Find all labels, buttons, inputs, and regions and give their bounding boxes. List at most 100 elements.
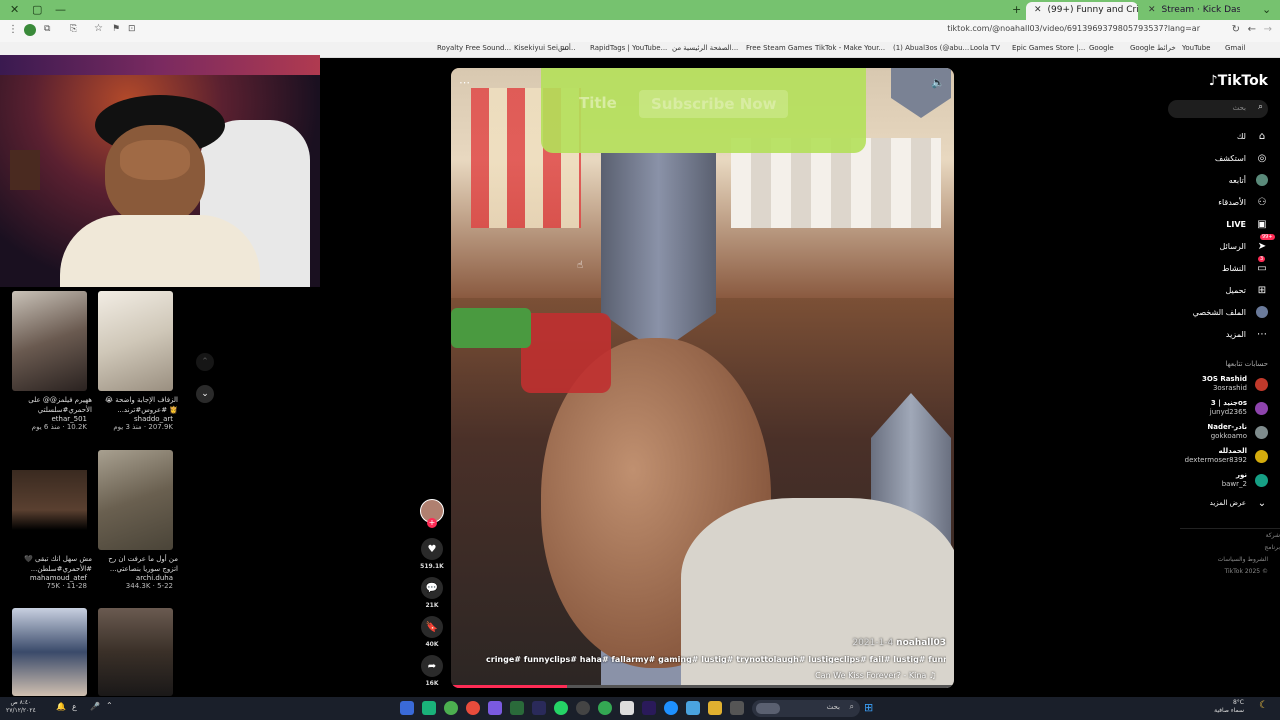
heart-icon[interactable]: ♥ <box>421 538 443 560</box>
video-thumbnail[interactable] <box>12 450 87 550</box>
bookmark-item[interactable]: Google خرائط <box>1130 44 1176 52</box>
footer-link[interactable]: الشروط والسياسات <box>1218 554 1268 566</box>
nav-item-following[interactable]: أتابعه <box>1229 174 1268 186</box>
more-options-icon[interactable]: ⋯ <box>459 76 470 89</box>
nav-item-more[interactable]: المزيد ⋯ <box>1226 328 1268 340</box>
nav-item-friends[interactable]: الأصدقاء ⚇ <box>1218 196 1268 208</box>
app-icon-browser[interactable] <box>466 701 480 715</box>
video-caption[interactable]: ههيرم فيلمز@@ على الأحمري#سلسلتي <box>12 395 92 415</box>
video-thumbnail[interactable] <box>98 608 173 696</box>
share-arrow-icon[interactable]: ➦ <box>421 655 443 677</box>
taskbar-search[interactable]: بحث ⌕ <box>752 700 860 717</box>
video-thumbnail[interactable] <box>12 608 87 696</box>
creator-avatar-button[interactable]: + <box>420 499 444 528</box>
app-icon-explorer[interactable] <box>708 701 722 715</box>
close-tab-icon[interactable]: ✕ <box>1148 5 1156 15</box>
followed-account[interactable]: جنيد | 3os junyd2365 <box>1210 399 1268 417</box>
nav-item-activity[interactable]: النشاط ▭ 3 <box>1222 256 1268 274</box>
like-button[interactable]: ♥ 519.1K <box>420 538 444 570</box>
save-button[interactable]: 🔖 40K <box>420 616 444 648</box>
volume-icon[interactable]: 🔈 <box>931 76 945 89</box>
close-window-icon[interactable]: ✕ <box>10 3 19 16</box>
profile-avatar-icon[interactable] <box>24 24 36 36</box>
app-icon-excel[interactable] <box>510 701 524 715</box>
menu-dots-icon[interactable]: ⋮ <box>8 24 18 35</box>
video-thumbnail[interactable] <box>98 291 173 391</box>
nav-item-messages[interactable]: الرسائل ➤ 99+ <box>1220 234 1275 252</box>
footer-link[interactable]: شركة <box>1218 530 1280 542</box>
windows-start-icon[interactable]: ⊞ <box>864 701 873 714</box>
maximize-window-icon[interactable]: ▢ <box>32 3 42 16</box>
bookmark-item[interactable]: الصفحة الرئيسية من... <box>672 44 738 52</box>
bookmark-item[interactable]: (1) Abual3os (@abu... <box>893 44 969 52</box>
grid-item[interactable] <box>98 608 173 696</box>
bookmark-item[interactable]: TikTok - Make Your... <box>815 44 885 52</box>
video-author[interactable]: shaddo_art <box>98 415 173 423</box>
app-icon-chrome[interactable] <box>444 701 458 715</box>
app-icon-messenger[interactable] <box>554 701 568 715</box>
app-icon-steam[interactable] <box>576 701 590 715</box>
nav-item-for-you[interactable]: لك ⌂ <box>1237 130 1268 142</box>
new-tab-icon[interactable]: + <box>1012 3 1021 16</box>
reload-icon[interactable]: ↻ <box>1232 24 1240 35</box>
bookmark-item[interactable]: Free Steam Games <box>746 44 812 52</box>
app-icon-discord[interactable] <box>488 701 502 715</box>
bookmark-item[interactable]: Royalty Free Sound... <box>437 44 511 52</box>
extensions-icon[interactable]: ⧉ <box>44 24 50 34</box>
nav-item-live[interactable]: LIVE ▣ <box>1226 218 1268 230</box>
bookmark-item[interactable]: Epic Games Store |... <box>1012 44 1085 52</box>
see-more-button[interactable]: عرض المزيد ⌄ <box>1210 497 1268 509</box>
url-text[interactable]: tiktok.com/@noahall03/video/691396937980… <box>947 24 1200 33</box>
bookmark-item[interactable]: Google <box>1089 44 1114 52</box>
comment-button[interactable]: 💬 21K <box>420 577 444 609</box>
app-icon-premiere[interactable] <box>642 701 656 715</box>
tab-search-icon[interactable]: ⌄ <box>1262 3 1271 16</box>
microphone-icon[interactable]: 🎤 <box>90 702 100 711</box>
share-icon[interactable]: ⎘ <box>70 24 77 34</box>
app-icon-whatsapp[interactable] <box>422 701 436 715</box>
app-icon-notepad[interactable] <box>620 701 634 715</box>
app-icon-obs[interactable] <box>532 701 546 715</box>
app-icon-store[interactable] <box>686 701 700 715</box>
followed-account[interactable]: Nader-نادر gokkoamo <box>1207 423 1268 441</box>
video-thumbnail[interactable] <box>12 291 87 391</box>
tiktok-logo[interactable]: ♪TikTok <box>1209 73 1268 89</box>
tab-kick[interactable]: ✕ Stream · Kick Dashboard <box>1140 2 1240 20</box>
grid-item[interactable] <box>12 608 87 696</box>
share-button[interactable]: ➦ 16K <box>420 655 444 687</box>
bookmark-item[interactable]: Loola TV <box>970 44 1000 52</box>
comment-icon[interactable]: 💬 <box>421 577 443 599</box>
weather-widget[interactable]: 8°C سماء صافية <box>1214 699 1244 715</box>
tray-chevron-icon[interactable]: ⌃ <box>106 701 113 710</box>
app-icon-chrome-2[interactable] <box>598 701 612 715</box>
back-icon[interactable]: ← <box>1248 24 1256 35</box>
tab-tiktok[interactable]: ✕ (99+) Funny and Cringe: The Ul <box>1026 2 1138 20</box>
app-icon-zoom[interactable] <box>400 701 414 715</box>
grid-item[interactable]: ههيرم فيلمز@@ على الأحمري#سلسلتي ethar_5… <box>12 291 92 431</box>
search-input[interactable]: بحث ⌕ <box>1168 100 1268 118</box>
video-author[interactable]: ethar_501 <box>12 415 87 423</box>
nav-item-profile[interactable]: الملف الشخصي <box>1193 306 1268 318</box>
video-caption[interactable]: من أول ما عرفت ان رح اتزوج سوريا بنصاعتي… <box>98 554 178 574</box>
notification-icon[interactable]: 🔔 <box>56 702 66 711</box>
bookmark-item[interactable]: RapidTags | YouTube... <box>590 44 667 52</box>
video-progress-track[interactable] <box>451 685 954 688</box>
bookmark-item[interactable]: YouTube <box>1182 44 1210 52</box>
follow-plus-icon[interactable]: + <box>427 518 437 528</box>
video-player[interactable]: Title Subscribe Now ⋯ 🔈 2021-1-4 noahall… <box>451 68 954 688</box>
bookmark-item[interactable]: أنس <box>558 44 571 52</box>
search-icon[interactable]: ⌕ <box>1258 102 1263 112</box>
bookmark-star-icon[interactable]: ☆ <box>94 23 103 34</box>
video-author-link[interactable]: noahall03 <box>896 638 946 648</box>
followed-account[interactable]: 3OS Rashid 3osrashid <box>1202 375 1268 393</box>
followed-account[interactable]: نور bawr_2 <box>1222 471 1268 489</box>
close-tab-icon[interactable]: ✕ <box>1034 5 1042 15</box>
scroll-down-button[interactable]: ⌄ <box>196 385 214 403</box>
video-author[interactable]: mahamoud_atef <box>12 574 87 582</box>
video-author[interactable]: archi.duha <box>98 574 173 582</box>
nav-item-upload[interactable]: تحميل ⊞ <box>1226 284 1269 296</box>
video-hashtags[interactable]: cringe# funnyclips# haha# fallarmy# gami… <box>486 655 946 664</box>
language-indicator[interactable]: ع <box>72 702 77 711</box>
grid-item[interactable]: الزفاف الإجابة واضحة 😭 👸 #عروس#ترند... s… <box>98 291 178 431</box>
bookmark-icon[interactable]: 🔖 <box>421 616 443 638</box>
